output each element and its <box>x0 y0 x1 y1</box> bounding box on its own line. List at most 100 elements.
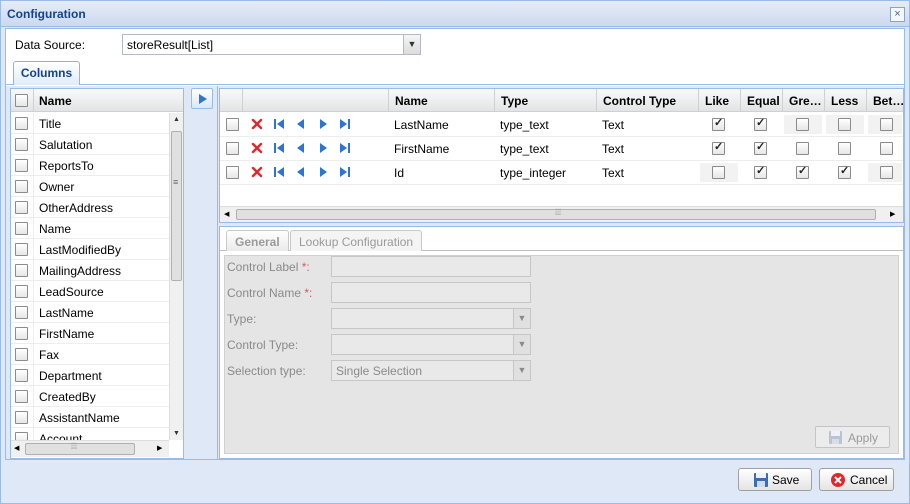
row-checkbox[interactable] <box>15 243 28 256</box>
less-checkbox[interactable] <box>838 142 851 155</box>
less-checkbox[interactable] <box>838 164 851 179</box>
type-column-header[interactable]: Type <box>494 89 596 112</box>
greater-checkbox[interactable] <box>796 142 809 155</box>
row-checkbox[interactable] <box>15 432 28 440</box>
move-up-icon[interactable] <box>295 118 307 130</box>
row-checkbox[interactable] <box>15 306 28 319</box>
list-item[interactable]: LeadSource <box>11 281 169 302</box>
row-checkbox[interactable] <box>15 117 28 130</box>
row-checkbox[interactable] <box>15 180 28 193</box>
delete-icon[interactable] <box>251 142 263 154</box>
move-first-icon[interactable] <box>273 118 285 130</box>
tab-columns[interactable]: Columns <box>13 61 80 85</box>
row-checkbox[interactable] <box>15 411 28 424</box>
delete-icon[interactable] <box>251 166 263 178</box>
equal-column-header[interactable]: Equal <box>740 89 782 112</box>
equal-checkbox[interactable] <box>754 164 767 179</box>
chevron-down-icon[interactable]: ▼ <box>513 309 530 328</box>
row-checkbox[interactable] <box>226 118 239 131</box>
list-item[interactable]: AssistantName <box>11 407 169 428</box>
less-checkbox[interactable] <box>838 118 851 131</box>
control-label-input[interactable] <box>331 256 531 277</box>
row-checkbox[interactable] <box>15 201 28 214</box>
delete-icon[interactable] <box>251 118 263 130</box>
name-column-header[interactable]: Name <box>388 89 494 112</box>
add-column-button[interactable] <box>191 88 213 109</box>
list-item[interactable]: MailingAddress <box>11 260 169 281</box>
chevron-down-icon[interactable]: ▼ <box>403 35 420 54</box>
scroll-right-icon[interactable]: ▶ <box>157 444 162 452</box>
greater-checkbox[interactable] <box>796 118 809 131</box>
equal-checkbox[interactable] <box>754 140 767 155</box>
list-item[interactable]: FirstName <box>11 323 169 344</box>
table-row[interactable]: Id type_integer Text <box>220 161 903 185</box>
row-checkbox[interactable] <box>15 264 28 277</box>
list-item[interactable]: Account <box>11 428 169 440</box>
window-titlebar[interactable]: Configuration × <box>1 1 909 27</box>
cancel-button[interactable]: Cancel <box>819 468 894 491</box>
move-up-icon[interactable] <box>295 166 307 178</box>
list-item[interactable]: ReportsTo <box>11 155 169 176</box>
list-item[interactable]: Owner <box>11 176 169 197</box>
scroll-thumb[interactable] <box>25 443 135 455</box>
list-item[interactable]: CreatedBy <box>11 386 169 407</box>
between-column-header[interactable]: Bet… <box>866 89 903 112</box>
row-checkbox[interactable] <box>15 285 28 298</box>
greater-column-header[interactable]: Gre… <box>782 89 824 112</box>
list-item[interactable]: LastName <box>11 302 169 323</box>
list-item[interactable]: OtherAddress <box>11 197 169 218</box>
control-type-combo[interactable]: ▼ <box>331 334 531 355</box>
name-column-header[interactable]: Name <box>39 94 72 108</box>
row-checkbox[interactable] <box>226 166 239 179</box>
move-first-icon[interactable] <box>273 166 285 178</box>
greater-checkbox[interactable] <box>796 164 809 179</box>
chevron-down-icon[interactable]: ▼ <box>513 335 530 354</box>
row-checkbox[interactable] <box>15 222 28 235</box>
scroll-left-icon[interactable]: ◀ <box>224 210 229 218</box>
between-checkbox[interactable] <box>880 118 893 131</box>
table-row[interactable]: LastName type_text Text <box>220 113 903 137</box>
control-type-column-header[interactable]: Control Type <box>596 89 698 112</box>
row-checkbox[interactable] <box>15 327 28 340</box>
tab-lookup-configuration[interactable]: Lookup Configuration <box>290 230 423 251</box>
like-column-header[interactable]: Like <box>698 89 740 112</box>
list-item[interactable]: Title <box>11 113 169 134</box>
between-checkbox[interactable] <box>880 166 893 179</box>
like-checkbox[interactable] <box>712 116 725 131</box>
move-last-icon[interactable] <box>339 166 351 178</box>
row-checkbox[interactable] <box>15 348 28 361</box>
horizontal-scrollbar[interactable]: ◀ ⦙⦙⦙ ▶ <box>220 206 903 222</box>
scroll-right-icon[interactable]: ▶ <box>890 210 895 218</box>
tab-general[interactable]: General <box>226 230 289 251</box>
less-column-header[interactable]: Less <box>824 89 866 112</box>
row-checkbox[interactable] <box>15 138 28 151</box>
equal-checkbox[interactable] <box>754 116 767 131</box>
scroll-up-icon[interactable]: ▲ <box>173 116 180 123</box>
selection-type-combo[interactable]: Single Selection ▼ <box>331 360 531 381</box>
table-row[interactable]: FirstName type_text Text <box>220 137 903 161</box>
close-button[interactable]: × <box>890 7 905 22</box>
move-first-icon[interactable] <box>273 142 285 154</box>
move-down-icon[interactable] <box>317 142 329 154</box>
scroll-left-icon[interactable]: ◀ <box>14 444 19 452</box>
save-button[interactable]: Save <box>738 468 812 491</box>
row-checkbox[interactable] <box>15 390 28 403</box>
between-checkbox[interactable] <box>880 142 893 155</box>
apply-button[interactable]: Apply <box>815 426 890 448</box>
move-up-icon[interactable] <box>295 142 307 154</box>
move-down-icon[interactable] <box>317 118 329 130</box>
chevron-down-icon[interactable]: ▼ <box>513 361 530 380</box>
row-checkbox[interactable] <box>15 159 28 172</box>
vertical-scrollbar[interactable]: ▲ ≡ ▼ <box>169 113 183 440</box>
type-combo[interactable]: ▼ <box>331 308 531 329</box>
horizontal-scrollbar[interactable]: ◀ ⦙⦙⦙ ▶ <box>11 440 169 457</box>
list-item[interactable]: Name <box>11 218 169 239</box>
control-name-input[interactable] <box>331 282 531 303</box>
move-down-icon[interactable] <box>317 166 329 178</box>
list-item[interactable]: Salutation <box>11 134 169 155</box>
scroll-down-icon[interactable]: ▼ <box>173 430 180 437</box>
row-checkbox[interactable] <box>226 142 239 155</box>
move-last-icon[interactable] <box>339 142 351 154</box>
list-item[interactable]: Department <box>11 365 169 386</box>
like-checkbox[interactable] <box>712 140 725 155</box>
